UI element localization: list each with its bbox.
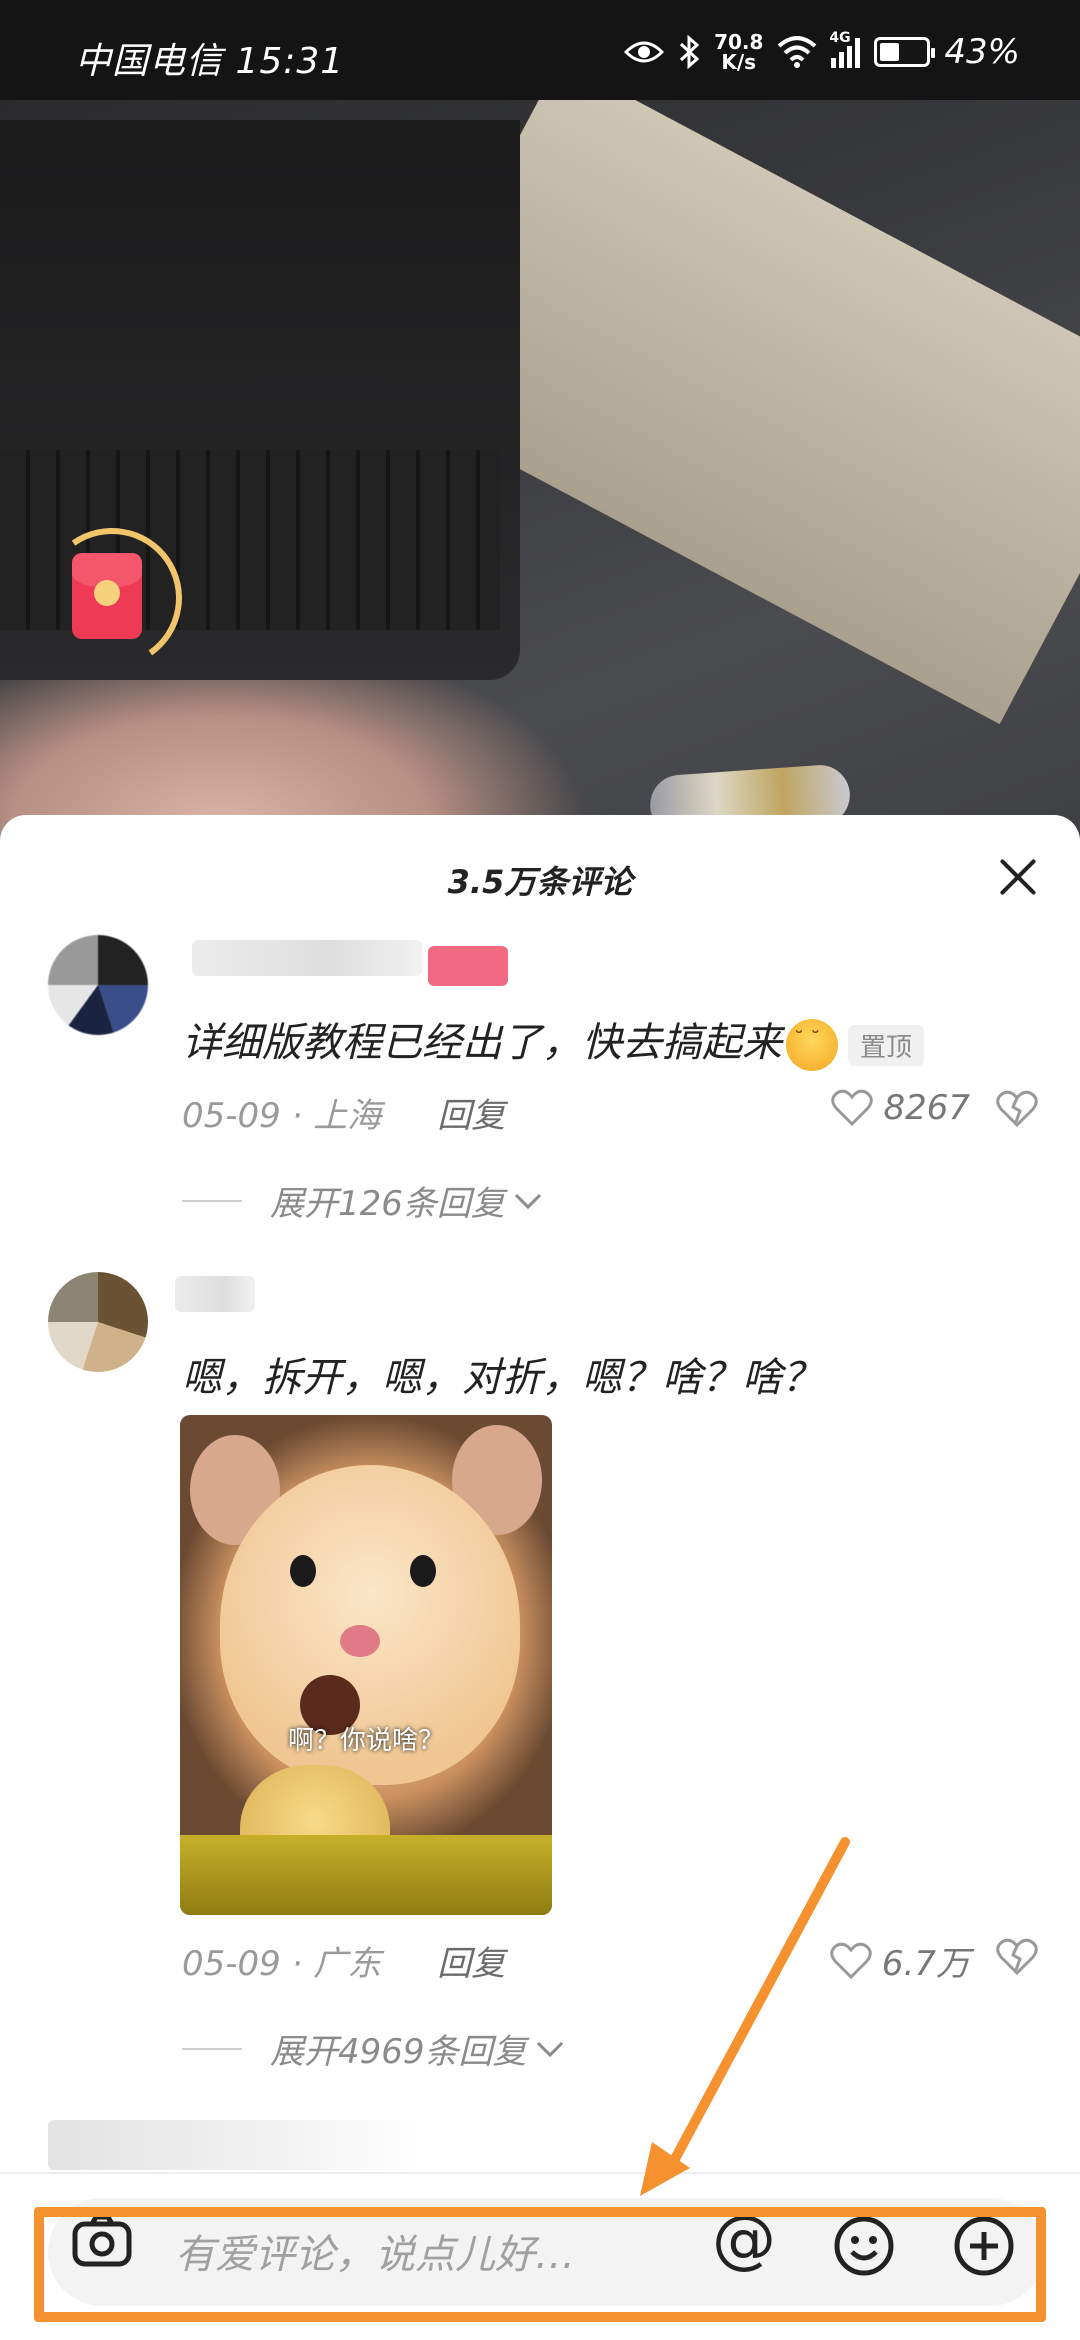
dislike-button[interactable] — [996, 1938, 1038, 1980]
comment-input-placeholder[interactable]: 有爱评论，说点儿好… — [175, 2222, 575, 2280]
date-location: 05-09 · 上海 — [182, 1096, 382, 1136]
comments-header: 3.5万条评论 — [0, 815, 1080, 935]
expand-replies-button[interactable]: 展开126条回复 — [182, 1176, 543, 1225]
close-icon[interactable] — [996, 855, 1040, 899]
avatar[interactable] — [48, 1272, 148, 1372]
camera-icon[interactable] — [70, 2210, 134, 2274]
like-count: 8267 — [883, 1088, 970, 1128]
network-speed: 70.8 K/s — [714, 30, 764, 74]
meme-caption: 啊？你说啥？ — [287, 1726, 444, 1756]
reply-button[interactable]: 回复 — [437, 1936, 505, 1985]
broken-heart-icon — [996, 1090, 1038, 1128]
meme-image[interactable]: 啊？你说啥？ — [180, 1415, 552, 1915]
mention-at-icon[interactable]: @ — [712, 2208, 776, 2272]
video-background[interactable] — [0, 100, 1080, 860]
heart-icon — [831, 1089, 874, 1127]
comment-meta: 05-09 · 上海 回复 — [182, 1088, 505, 1137]
wifi-icon — [778, 36, 817, 68]
comment-input-bar: 有爱评论，说点儿好… @ — [0, 2172, 1080, 2340]
chevron-down-icon — [536, 2041, 563, 2057]
comment-item-blurred[interactable] — [48, 2120, 428, 2170]
red-packet-button[interactable] — [30, 516, 194, 680]
comment-text: 详细版教程已经出了，快去搞起来置顶 — [182, 1010, 925, 1071]
broken-heart-icon — [996, 1938, 1038, 1976]
username-blurred[interactable] — [175, 1276, 255, 1312]
carrier-time: 中国电信 15:31 — [75, 41, 345, 82]
smug-face-emoji-icon — [786, 1019, 838, 1071]
like-button[interactable]: 8267 — [831, 1088, 970, 1128]
bluetooth-icon — [680, 35, 700, 69]
battery-icon — [874, 37, 936, 67]
avatar[interactable] — [48, 935, 148, 1035]
user-badge — [428, 946, 508, 986]
username-blurred[interactable] — [192, 940, 422, 976]
battery-percent: 43% — [944, 32, 1020, 72]
emoji-smile-icon[interactable] — [832, 2214, 896, 2278]
heart-icon — [830, 1942, 872, 1979]
comments-count-title: 3.5万条评论 — [447, 863, 633, 901]
comment-meta: 05-09 · 广东 回复 — [182, 1936, 505, 1985]
dislike-button[interactable] — [996, 1090, 1038, 1132]
red-packet-icon — [72, 553, 142, 639]
signal-icon: 4G — [829, 30, 861, 68]
date-location: 05-09 · 广东 — [182, 1944, 382, 1984]
like-count: 6.7万 — [881, 1944, 970, 1984]
chevron-down-icon — [514, 1193, 541, 1209]
eye-icon — [624, 41, 665, 63]
status-bar: 中国电信 15:31 70.8 K/s 4G 43% — [0, 0, 1080, 100]
comment-text: 嗯，拆开，嗯，对折，嗯？啥？啥？ — [182, 1355, 822, 1401]
pinned-badge: 置顶 — [848, 1024, 925, 1066]
reply-button[interactable]: 回复 — [437, 1088, 505, 1137]
expand-replies-button[interactable]: 展开4969条回复 — [182, 2024, 565, 2073]
like-button[interactable]: 6.7万 — [830, 1936, 970, 1985]
status-icons: 70.8 K/s 4G 43% — [624, 30, 1020, 74]
plus-icon[interactable] — [952, 2214, 1016, 2278]
